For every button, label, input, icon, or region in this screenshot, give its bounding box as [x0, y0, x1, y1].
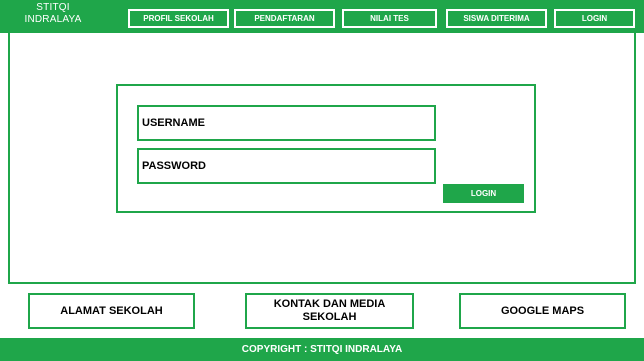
- login-submit-button[interactable]: LOGIN: [443, 184, 524, 203]
- kontak-media-sekolah-button[interactable]: KONTAK DAN MEDIA SEKOLAH: [245, 293, 414, 329]
- nav-nilai-tes-button[interactable]: NILAI TES: [342, 9, 437, 28]
- footer-links: ALAMAT SEKOLAH KONTAK DAN MEDIA SEKOLAH …: [0, 283, 644, 338]
- nav-login-button[interactable]: LOGIN: [554, 9, 635, 28]
- nav-profil-sekolah-button[interactable]: PROFIL SEKOLAH: [128, 9, 229, 28]
- username-label: USERNAME: [142, 117, 205, 129]
- username-field[interactable]: USERNAME: [137, 105, 436, 141]
- page: STITQI INDRALAYA PROFIL SEKOLAH PENDAFTA…: [0, 0, 644, 361]
- alamat-sekolah-button[interactable]: ALAMAT SEKOLAH: [28, 293, 195, 329]
- password-label: PASSWORD: [142, 160, 206, 172]
- site-brand[interactable]: STITQI INDRALAYA: [18, 2, 88, 26]
- nav-pendaftaran-button[interactable]: PENDAFTARAN: [234, 9, 335, 28]
- login-panel: USERNAME PASSWORD LOGIN: [116, 84, 536, 213]
- top-navigation-bar: STITQI INDRALAYA PROFIL SEKOLAH PENDAFTA…: [0, 0, 644, 33]
- google-maps-button[interactable]: GOOGLE MAPS: [459, 293, 626, 329]
- nav-siswa-diterima-button[interactable]: SISWA DITERIMA: [446, 9, 547, 28]
- password-field[interactable]: PASSWORD: [137, 148, 436, 184]
- copyright-footer: COPYRIGHT : STITQI INDRALAYA: [0, 338, 644, 361]
